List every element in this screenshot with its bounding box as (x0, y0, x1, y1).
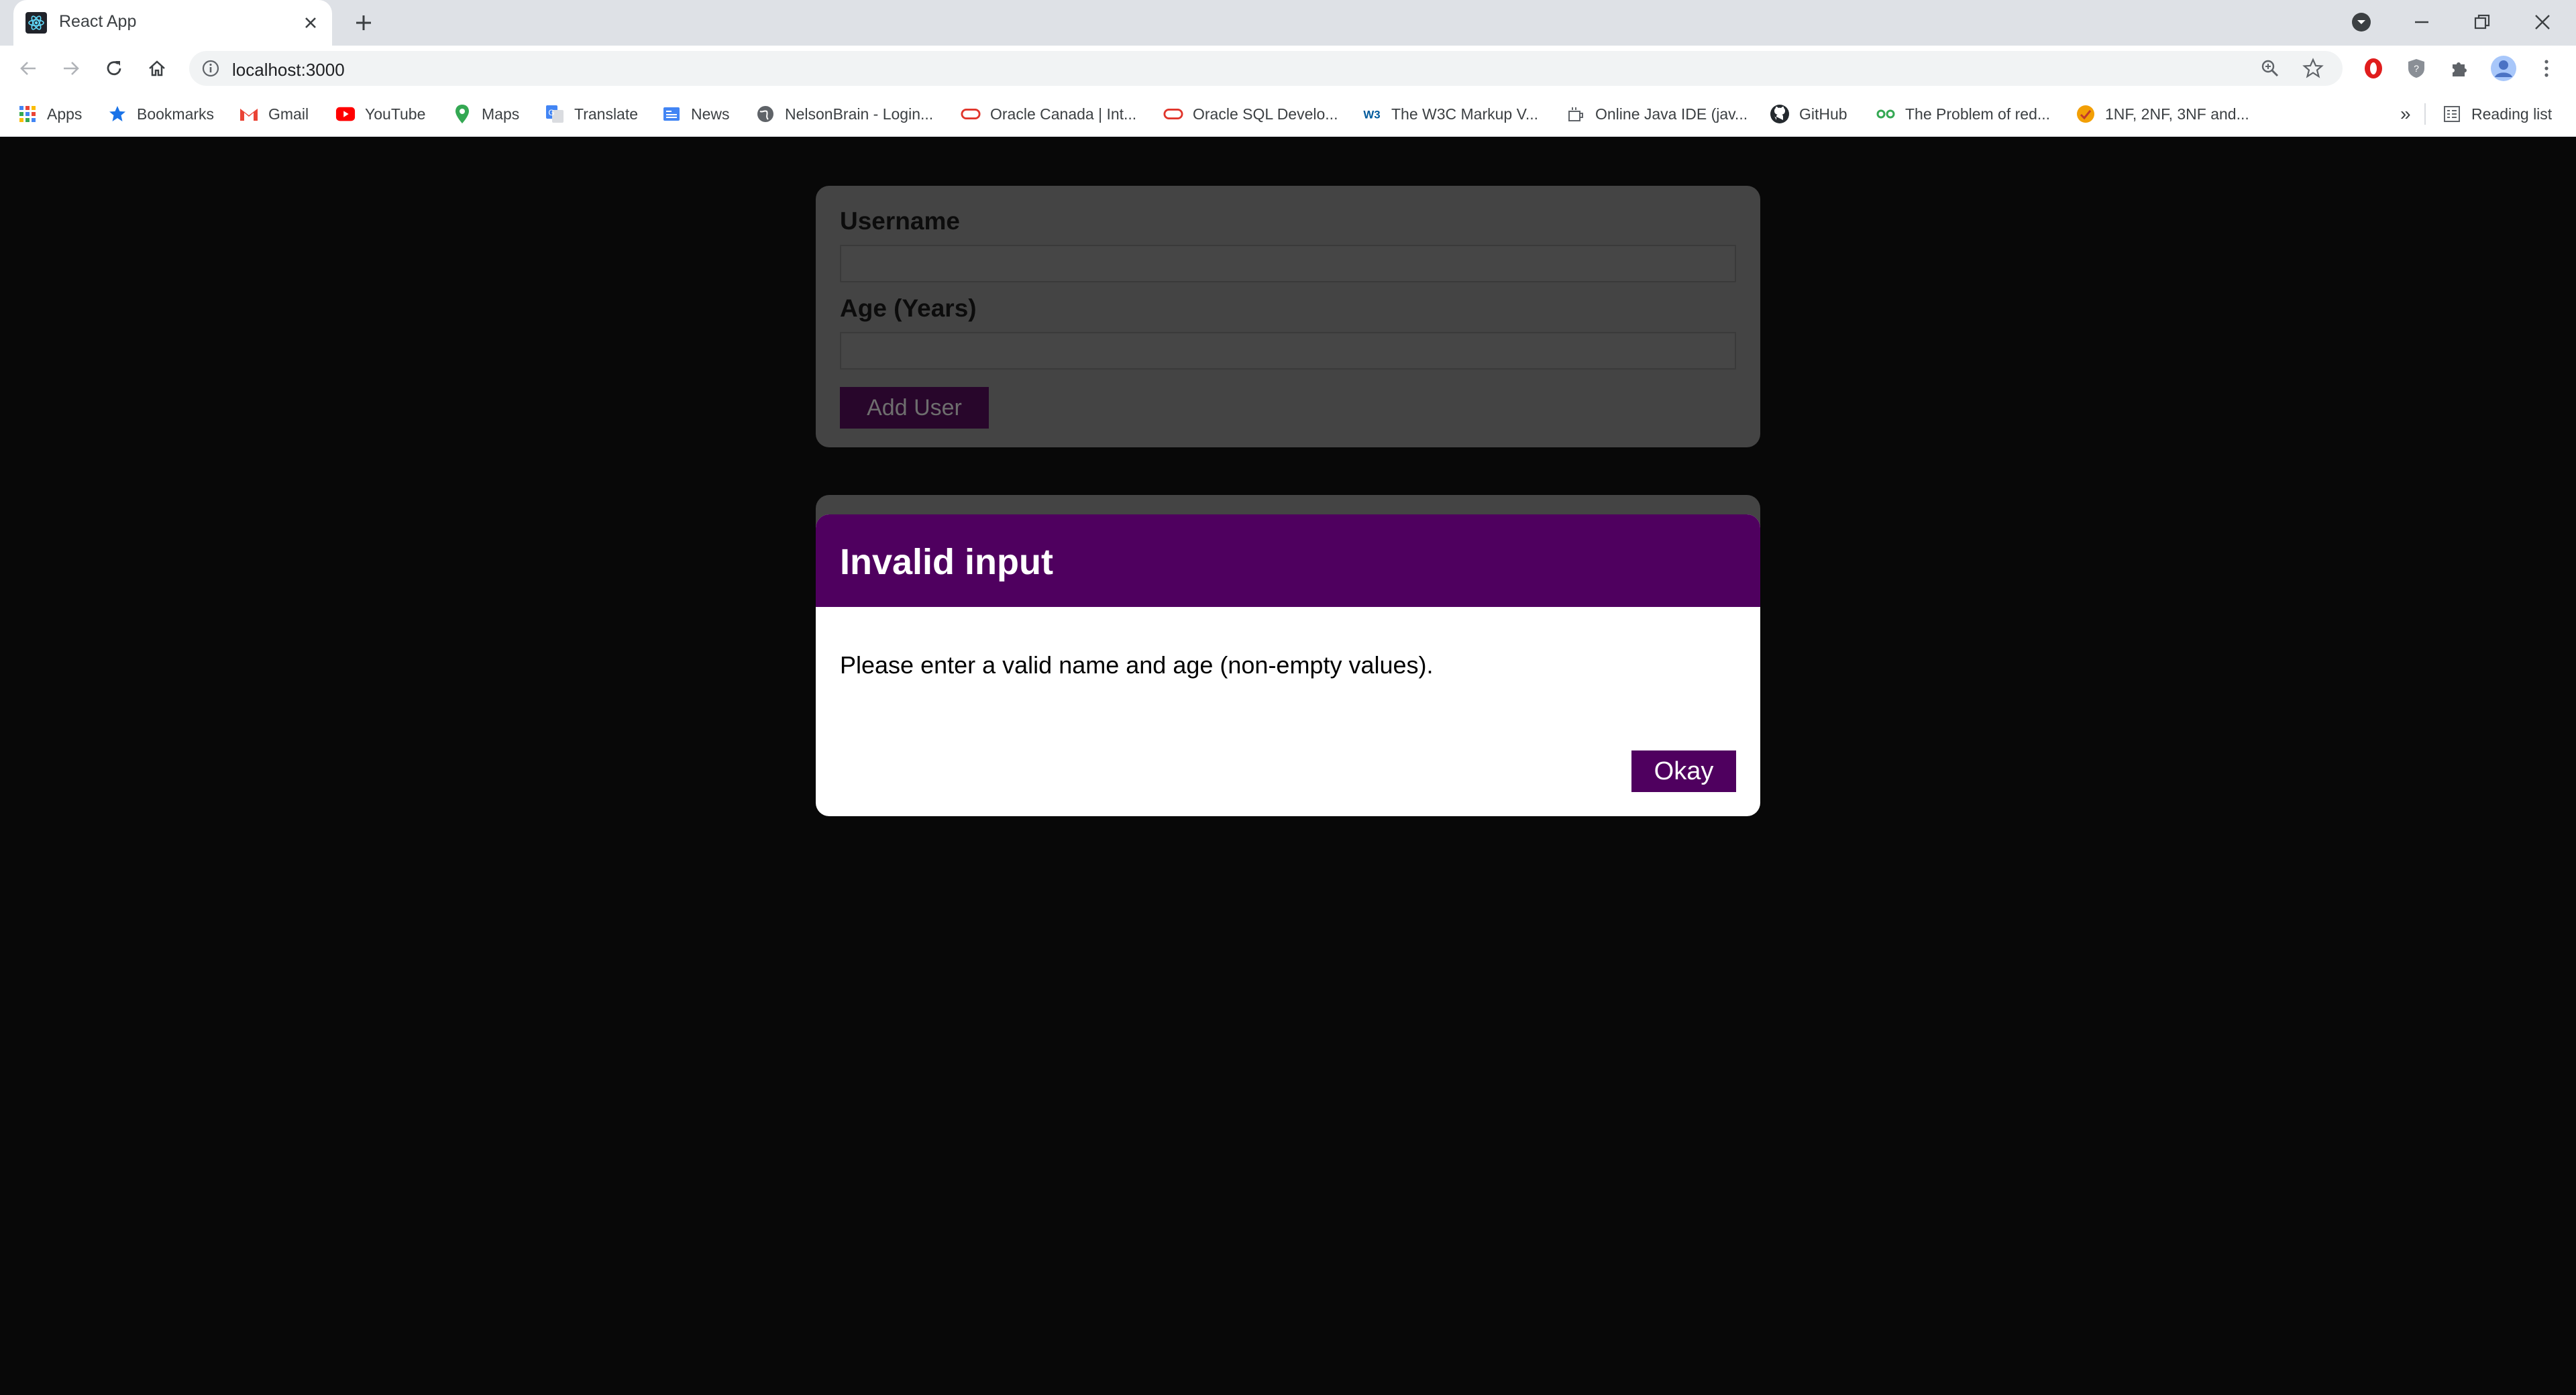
close-window-icon[interactable] (2522, 5, 2563, 39)
browser-tab[interactable]: React App (13, 0, 332, 46)
bookmark-star-icon[interactable] (2301, 56, 2325, 80)
w3c-icon: W3 (1362, 104, 1382, 124)
menu-kebab-icon[interactable] (2533, 55, 2560, 82)
bookmark-translate[interactable]: G Translate (545, 101, 638, 127)
overflow-label: » (2400, 103, 2411, 124)
bookmark-label: Oracle Canada | Int... (990, 105, 1137, 123)
bookmark-nelsonbrain[interactable]: NelsonBrain - Login... (755, 101, 933, 127)
url-text[interactable]: localhost:3000 (232, 60, 345, 80)
bookmark-oracle-sql[interactable]: Oracle SQL Develo... (1163, 101, 1338, 127)
close-tab-icon[interactable] (297, 9, 324, 36)
bookmark-w3c[interactable]: W3 The W3C Markup V... (1362, 101, 1538, 127)
reload-icon[interactable] (99, 54, 129, 83)
home-icon[interactable] (142, 54, 172, 83)
bookmark-label: Maps (482, 105, 520, 123)
page-content: Username Age (Years) Add User Invalid in… (0, 137, 2576, 1395)
modal-message: Please enter a valid name and age (non-e… (840, 651, 1434, 679)
age-label: Age (Years) (840, 294, 977, 322)
globe-icon (755, 104, 775, 124)
username-input[interactable] (840, 245, 1736, 282)
opera-extension-icon[interactable] (2360, 55, 2387, 82)
link-icon (1876, 104, 1896, 124)
extensions-puzzle-icon[interactable] (2446, 55, 2473, 82)
star-icon (107, 104, 127, 124)
bookmark-label: Apps (47, 105, 83, 123)
info-icon[interactable] (201, 59, 220, 78)
forward-arrow-icon[interactable] (56, 54, 86, 83)
github-icon (1770, 104, 1790, 124)
bookmark-label: The W3C Markup V... (1391, 105, 1539, 123)
svg-text:G: G (548, 108, 554, 117)
error-modal: Invalid input Please enter a valid name … (816, 514, 1760, 816)
reading-list-button[interactable]: Reading list (2442, 101, 2552, 127)
back-arrow-icon[interactable] (13, 54, 43, 83)
zoom-icon[interactable] (2258, 56, 2282, 80)
bookmark-label: Translate (574, 105, 639, 123)
restore-icon[interactable] (2462, 5, 2502, 39)
bookmark-label: Oracle SQL Develo... (1193, 105, 1338, 123)
news-icon (661, 104, 682, 124)
address-bar[interactable]: localhost:3000 (189, 51, 2343, 86)
add-user-form: Username Age (Years) Add User (816, 186, 1760, 447)
bookmarks-divider (2424, 103, 2426, 125)
bookmark-online-java[interactable]: Online Java IDE (jav... (1566, 101, 1748, 127)
bookmark-bookmarks[interactable]: Bookmarks (107, 101, 214, 127)
bookmark-label: GitHub (1799, 105, 1847, 123)
okay-button[interactable]: Okay (1631, 750, 1736, 792)
modal-header: Invalid input (816, 514, 1760, 607)
bookmark-gmail[interactable]: Gmail (239, 101, 309, 127)
tab-title: React App (59, 12, 137, 31)
bookmark-youtube[interactable]: YouTube (335, 101, 425, 127)
shield-extension-icon[interactable]: ? (2403, 55, 2430, 82)
svg-text:W3: W3 (1363, 109, 1380, 121)
bookmark-label: News (691, 105, 730, 123)
bookmark-apps[interactable]: Apps (17, 101, 82, 127)
gmail-icon (239, 104, 259, 124)
new-tab-plus-icon[interactable] (349, 8, 378, 38)
translate-icon: G (545, 104, 565, 124)
bookmarks-bar: Apps Bookmarks Gmail YouTube Maps G Tran… (0, 91, 2576, 137)
java-icon (1566, 104, 1586, 124)
maps-pin-icon (452, 104, 472, 124)
minimize-icon[interactable] (2402, 5, 2442, 39)
oracle-icon (961, 104, 981, 124)
bookmark-maps[interactable]: Maps (452, 101, 519, 127)
apps-grid-icon (17, 104, 38, 124)
tab-strip: React App (0, 0, 2576, 46)
bookmarks-overflow-chevron[interactable]: » (2400, 101, 2411, 127)
svg-text:?: ? (2414, 63, 2419, 74)
modal-title: Invalid input (840, 542, 1053, 582)
age-input[interactable] (840, 332, 1736, 370)
bookmark-news[interactable]: News (661, 101, 730, 127)
react-favicon-icon (25, 12, 47, 34)
bookmark-label: Gmail (268, 105, 309, 123)
bookmark-label: YouTube (365, 105, 426, 123)
site-icon (2076, 104, 2096, 124)
bookmark-github[interactable]: GitHub (1770, 101, 1847, 127)
bookmark-label: The Problem of red... (1905, 105, 2051, 123)
bookmark-problem-of-red[interactable]: The Problem of red... (1876, 101, 2050, 127)
bookmark-label: Bookmarks (137, 105, 215, 123)
add-user-button[interactable]: Add User (840, 387, 989, 429)
oracle-icon (1163, 104, 1183, 124)
bookmark-oracle-canada[interactable]: Oracle Canada | Int... (961, 101, 1136, 127)
profile-avatar-icon[interactable] (2490, 55, 2517, 82)
bookmark-normal-forms[interactable]: 1NF, 2NF, 3NF and... (2076, 101, 2249, 127)
bookmark-label: NelsonBrain - Login... (785, 105, 934, 123)
bookmark-label: 1NF, 2NF, 3NF and... (2105, 105, 2249, 123)
reading-list-icon (2442, 104, 2462, 124)
username-label: Username (840, 207, 960, 235)
browser-toolbar: localhost:3000 ? (0, 46, 2576, 91)
youtube-icon (335, 104, 356, 124)
tab-search-icon[interactable] (2341, 5, 2381, 39)
reading-list-label: Reading list (2471, 105, 2553, 123)
bookmark-label: Online Java IDE (jav... (1595, 105, 1748, 123)
